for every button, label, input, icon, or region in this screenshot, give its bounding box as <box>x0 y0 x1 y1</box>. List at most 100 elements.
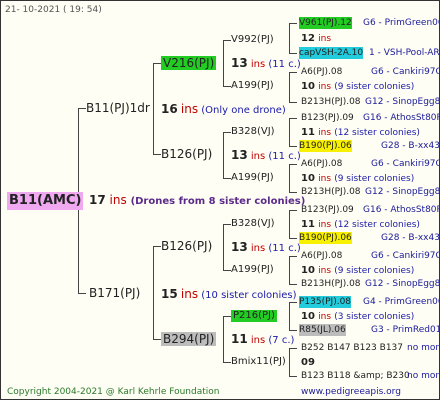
connector <box>289 302 290 330</box>
gen4-node[interactable]: R85(JL).06 <box>299 324 346 336</box>
ins-note: (12 sister colonies) <box>334 128 420 138</box>
connector <box>223 132 231 133</box>
gen2-node[interactable]: B294(PJ) <box>161 332 217 346</box>
connector <box>223 86 231 87</box>
gen1-node[interactable]: B171(PJ) <box>89 286 140 300</box>
ins-count: 12 <box>301 33 315 44</box>
gen4-ins-count: 09 <box>301 357 315 368</box>
connector <box>289 330 297 331</box>
ins-label: ins <box>318 82 332 92</box>
connector <box>223 178 231 179</box>
footer-link[interactable]: www.pedigreeapis.org <box>301 386 401 398</box>
root-queen[interactable]: B11(AMC) <box>7 192 84 210</box>
gen4-node[interactable]: B190(PJ).06 <box>299 232 352 244</box>
gen4-node[interactable]: B123(PJ).09 <box>301 112 354 124</box>
gen3-node[interactable]: P216(PJ) <box>231 310 277 322</box>
connector <box>223 40 224 86</box>
gen4-tag: G3 - PrimRed01 <box>371 325 440 335</box>
gen1-node[interactable]: B11(PJ)1dr <box>86 101 150 115</box>
connector <box>289 164 290 192</box>
ins-count: 10 <box>301 173 315 184</box>
ins-label: ins <box>318 220 332 230</box>
connector <box>289 72 290 102</box>
connector <box>153 154 161 155</box>
root-ins-line: 17 ins (Drones from 8 sister colonies) <box>89 193 305 209</box>
gen3-node[interactable]: Bmix11(PJ) <box>231 356 286 368</box>
gen2-node[interactable]: B126(PJ) <box>161 239 212 253</box>
ins-label: ins <box>180 102 199 116</box>
ins-label: ins <box>250 59 266 70</box>
gen4-tag: G16 - AthosSt80R <box>363 205 440 215</box>
gen3-node[interactable]: A199(PJ) <box>231 80 274 92</box>
gen4-node[interactable]: B123 B118 &amp; B230 <box>301 370 410 382</box>
connector <box>289 102 297 103</box>
ins-label: ins <box>318 312 332 322</box>
gen4-node[interactable]: V961(PJ).12 <box>299 17 352 29</box>
ins-note: (10 sister colonies) <box>201 290 297 301</box>
ins-label: ins <box>318 266 332 276</box>
ins-note: (9 sister colonies) <box>334 174 415 184</box>
connector <box>78 293 86 294</box>
pedigree-frame: 21- 10-2021 ( 19: 54) B11(AMC) 17 ins (D… <box>0 0 440 400</box>
ins-count: 13 <box>231 56 248 70</box>
connector <box>223 316 231 317</box>
ins-label: ins <box>180 287 199 301</box>
ins-note: (Only one drone) <box>201 105 286 116</box>
gen3-node[interactable]: A199(PJ) <box>231 264 274 276</box>
connector <box>153 339 161 340</box>
gen4-node[interactable]: B190(PJ).06 <box>299 140 352 152</box>
connector <box>289 210 290 238</box>
ins-label: ins <box>250 243 266 254</box>
gen3-node[interactable]: A199(PJ) <box>231 172 274 184</box>
gen4-tag: G12 - SinopEgg86R <box>365 187 440 197</box>
gen3-node[interactable]: B328(VJ) <box>231 218 275 230</box>
gen2-node[interactable]: V216(PJ) <box>161 56 217 70</box>
ins-count: 10 <box>301 311 315 322</box>
connector <box>153 246 161 247</box>
connector <box>289 23 297 24</box>
gen4-node[interactable]: B123(PJ).09 <box>301 204 354 216</box>
gen4-ins-line: 11 ins (12 sister colonies) <box>301 126 420 140</box>
connector <box>223 224 231 225</box>
gen4-node[interactable]: B213H(PJ).08 <box>301 186 361 198</box>
gen4-tag: no more <box>407 371 439 381</box>
ins-note: (3 sister colonies) <box>334 312 415 322</box>
ins-note: (Drones from 8 sister colonies) <box>130 196 306 207</box>
connector <box>289 256 297 257</box>
gen2-ins-line: 13 ins (11 c.) <box>231 56 301 71</box>
gen1-ins-line: 16 ins (Only one drone) <box>161 102 286 117</box>
gen4-node[interactable]: A6(PJ).08 <box>301 250 342 262</box>
connector <box>289 348 290 376</box>
gen4-node[interactable]: P135(PJ).08 <box>299 296 352 308</box>
connector <box>223 316 224 362</box>
gen4-tag: G6 - Cankiri97Q <box>371 251 440 261</box>
ins-count: 13 <box>231 240 248 254</box>
gen4-ins-line: 10 ins (9 sister colonies) <box>301 80 414 94</box>
connector <box>289 72 297 73</box>
gen4-node[interactable]: B252 B147 B123 B137 <box>301 342 403 354</box>
gen3-node[interactable]: V992(PJ) <box>231 34 274 46</box>
ins-count: 16 <box>161 102 178 116</box>
gen4-node[interactable]: capVSH-2A.10 <box>299 47 364 59</box>
gen4-node[interactable]: A6(PJ).08 <box>301 158 342 170</box>
gen2-ins-line: 13 ins (11 c.) <box>231 148 301 163</box>
gen4-node[interactable]: A6(PJ).08 <box>301 66 342 78</box>
gen2-node[interactable]: B126(PJ) <box>161 147 212 161</box>
gen4-tag: G12 - SinopEgg86R <box>365 97 440 107</box>
connector <box>78 108 86 109</box>
connector <box>289 302 297 303</box>
ins-label: ins <box>250 335 266 346</box>
connector <box>289 164 297 165</box>
ins-count: 11 <box>301 127 315 138</box>
ins-note: (11 c.) <box>268 243 301 254</box>
gen4-node[interactable]: B213H(PJ).08 <box>301 96 361 108</box>
gen4-node[interactable]: B213H(PJ).08 <box>301 278 361 290</box>
connector <box>223 362 231 363</box>
connector <box>289 238 297 239</box>
ins-note: (11 c.) <box>268 59 301 70</box>
gen4-tag: G28 - B-xx43 <box>381 141 440 151</box>
connector <box>289 284 297 285</box>
ins-label: ins <box>318 128 332 138</box>
timestamp: 21- 10-2021 ( 19: 54) <box>5 5 102 15</box>
gen3-node[interactable]: B328(VJ) <box>231 126 275 138</box>
